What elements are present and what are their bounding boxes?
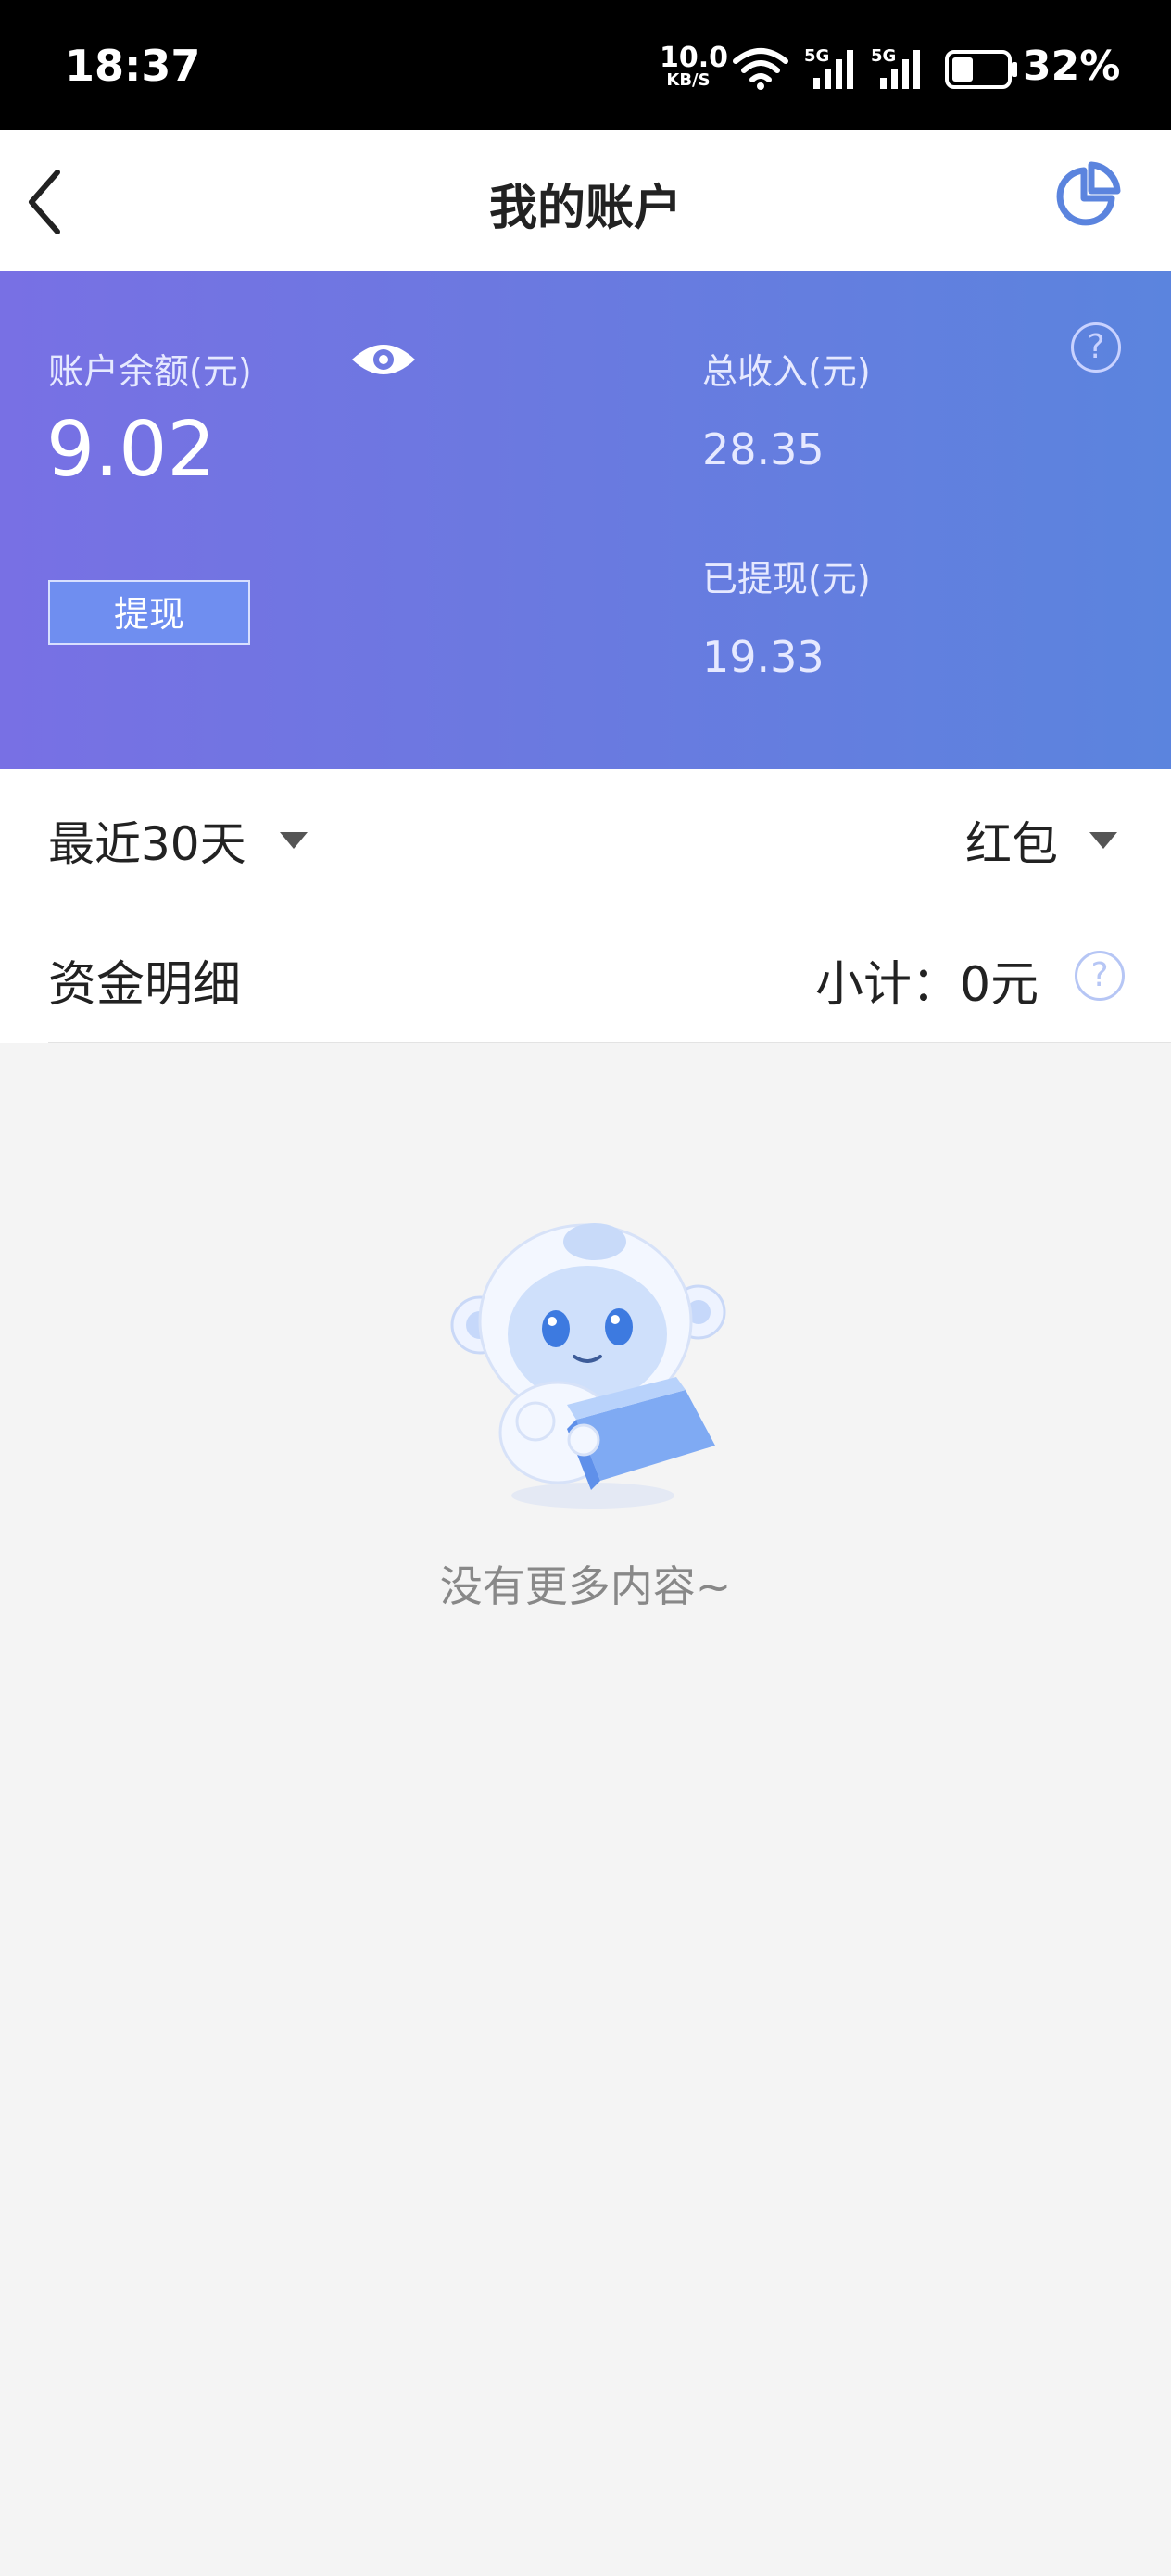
subtotal-label: 小计： bbox=[815, 957, 961, 1013]
subtotal: 小计：0元 bbox=[815, 945, 1039, 1015]
balance-label: 账户余额(元) bbox=[48, 351, 252, 392]
empty-state-message: 没有更多内容~ bbox=[439, 1561, 732, 1611]
withdraw-button[interactable]: 提现 bbox=[48, 580, 250, 645]
wifi-icon bbox=[733, 48, 788, 90]
balance-value: 9.02 bbox=[46, 406, 216, 494]
subtotal-value: 0元 bbox=[960, 957, 1039, 1013]
eye-icon[interactable] bbox=[350, 339, 417, 380]
account-summary-card: 账户余额(元) 9.02 提现 总收入(元) 28.35 已提现(元) 19.3… bbox=[0, 271, 1171, 769]
total-income-value: 28.35 bbox=[702, 424, 825, 474]
network-speed: 10.0 KB/S bbox=[660, 42, 729, 90]
period-filter-label: 最近30天 bbox=[48, 817, 246, 871]
signal-icon bbox=[880, 50, 920, 89]
network-speed-unit: KB/S bbox=[666, 70, 711, 90]
withdrawn-value: 19.33 bbox=[702, 632, 825, 682]
nav-bar: 我的账户 bbox=[0, 130, 1171, 271]
mascot-holding-box-image bbox=[450, 1223, 726, 1509]
divider bbox=[48, 1042, 1171, 1043]
caret-down-icon bbox=[1089, 832, 1117, 849]
battery-icon bbox=[945, 50, 1017, 89]
withdrawn-label: 已提现(元) bbox=[702, 559, 871, 600]
help-icon[interactable]: ? bbox=[1075, 951, 1125, 1001]
network-speed-value: 10.0 bbox=[660, 42, 729, 74]
type-filter[interactable]: 红包 bbox=[965, 808, 1117, 873]
pie-chart-icon[interactable] bbox=[1051, 159, 1125, 234]
period-filter[interactable]: 最近30天 bbox=[48, 808, 308, 873]
filter-section: 最近30天 红包 资金明细 小计：0元 ? bbox=[0, 769, 1171, 1043]
type-filter-label: 红包 bbox=[965, 817, 1058, 871]
total-income-label: 总收入(元) bbox=[702, 351, 871, 392]
battery-percent: 32% bbox=[1023, 43, 1121, 90]
help-icon[interactable]: ? bbox=[1071, 322, 1121, 373]
caret-down-icon bbox=[279, 832, 308, 849]
status-bar: 18:37 10.0 KB/S 5G 5G 32% bbox=[0, 0, 1171, 130]
page-title: 我的账户 bbox=[488, 181, 682, 236]
signal-icon bbox=[813, 50, 853, 89]
fund-details-title: 资金明细 bbox=[48, 957, 242, 1013]
status-time: 18:37 bbox=[65, 41, 201, 91]
